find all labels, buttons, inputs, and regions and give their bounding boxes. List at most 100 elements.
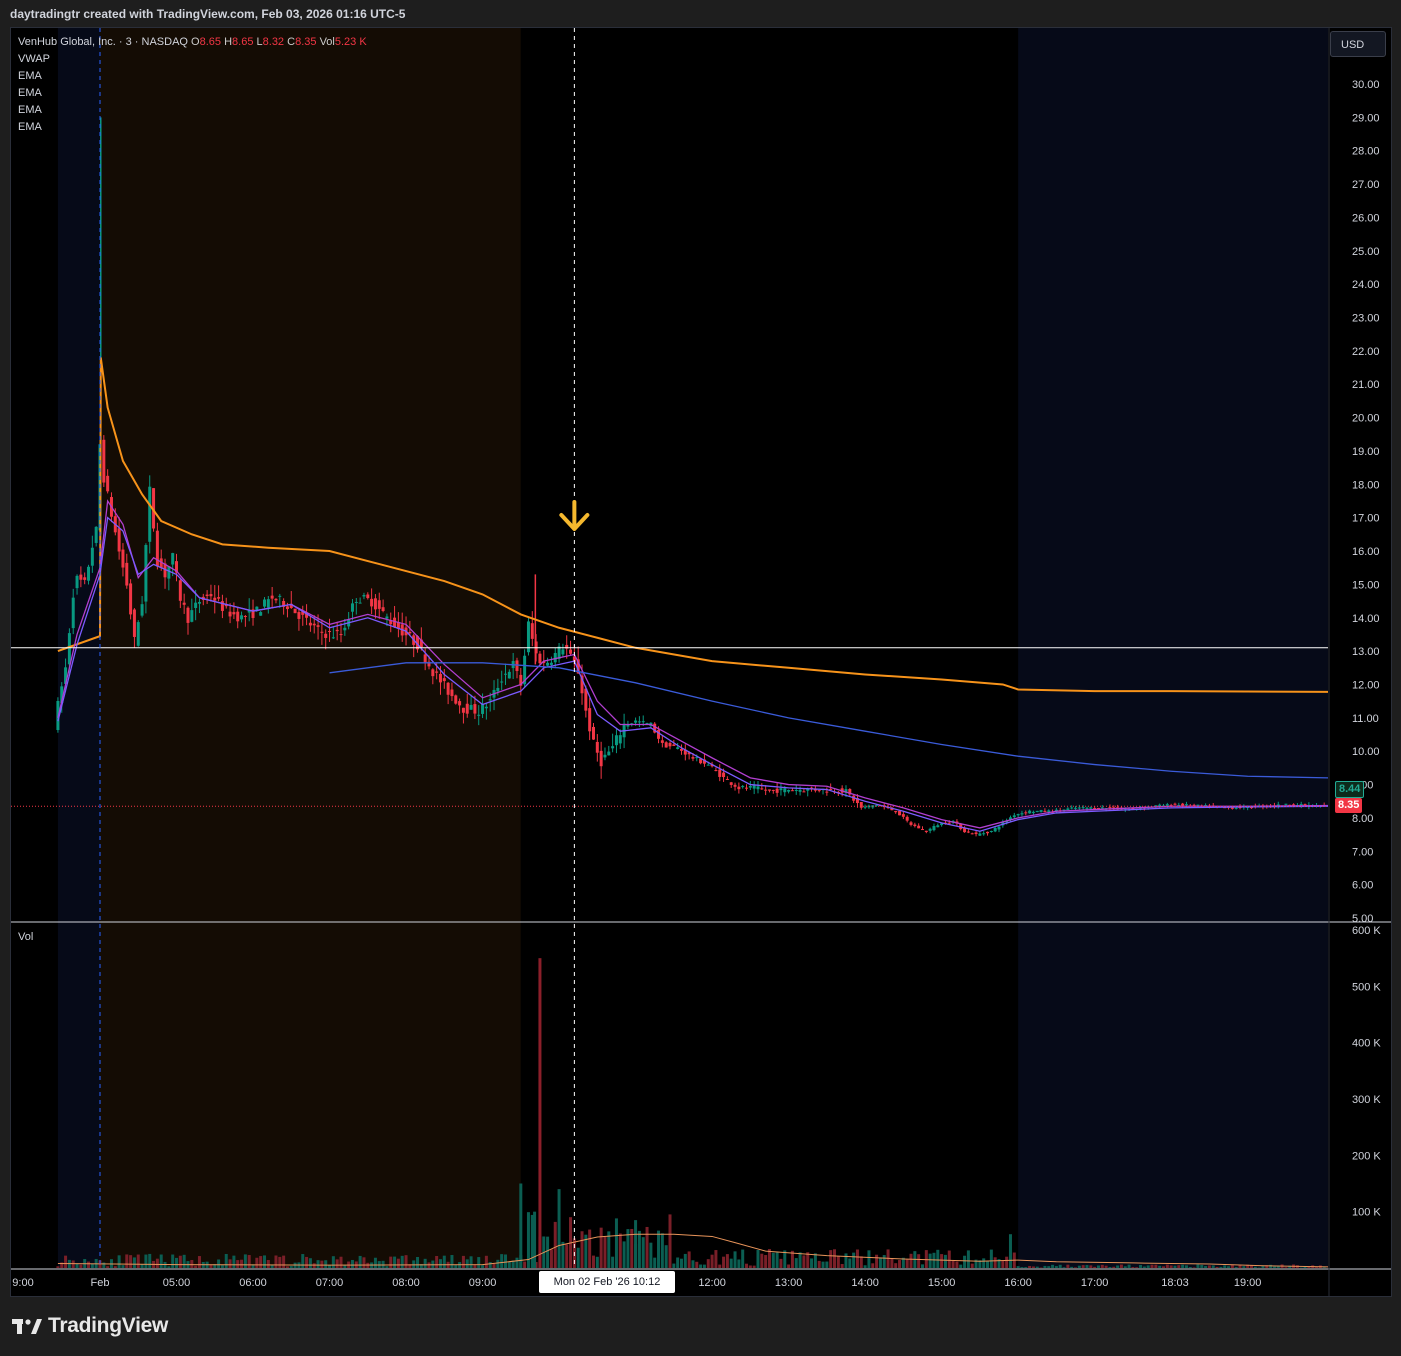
candle-body [373, 598, 377, 610]
candle-body [970, 833, 974, 835]
price-tick-label: 28.00 [1352, 146, 1380, 158]
volume-bar [833, 1249, 837, 1268]
indicator-ema-3[interactable]: EMA [18, 102, 367, 119]
candle-body [358, 602, 362, 604]
candle-body [121, 549, 125, 568]
volume-bar [285, 1266, 289, 1268]
volume-bar [362, 1257, 366, 1268]
volume-bar [396, 1258, 400, 1268]
candle-body [1074, 807, 1078, 809]
volume-bar [262, 1255, 266, 1268]
candle-body [481, 703, 485, 714]
candle-body [408, 631, 412, 634]
candle-body [446, 682, 450, 695]
volume-bar [603, 1236, 607, 1268]
price-tick-label: 20.00 [1352, 413, 1380, 425]
volume-bar [1031, 1266, 1035, 1268]
candle-body [733, 784, 737, 787]
volume-bar [1177, 1265, 1181, 1268]
candle-body [1085, 807, 1089, 809]
candle-body [798, 789, 802, 792]
candle-body [484, 706, 488, 709]
volume-bar [591, 1255, 595, 1268]
volume-bar [1127, 1264, 1131, 1268]
volume-spike-bar [533, 1211, 537, 1268]
volume-bar [423, 1258, 427, 1268]
volume-bar [469, 1256, 473, 1268]
price-tick-label: 15.00 [1352, 579, 1380, 591]
volume-bar [1074, 1267, 1078, 1268]
candle-body [787, 790, 791, 792]
chart-canvas[interactable]: 30.00 29.00 28.00 27.00 26.00 25.00 24.00 23.00… [11, 28, 1391, 1296]
volume-bar [442, 1255, 446, 1268]
chart-frame[interactable]: 30.00 29.00 28.00 27.00 26.00 25.00 24.00 23.00… [10, 27, 1392, 1297]
candle-body [591, 726, 595, 740]
volume-bar [117, 1255, 121, 1268]
volume-bar [863, 1265, 867, 1268]
volume-bar [565, 1244, 569, 1268]
tradingview-logo[interactable]: TradingView [12, 1313, 168, 1339]
candle-body [213, 597, 217, 601]
candle-body [752, 785, 756, 789]
indicator-ema-2[interactable]: EMA [18, 85, 367, 102]
volume-bar [220, 1265, 224, 1268]
candle-body [898, 810, 902, 816]
close-label: C [287, 36, 296, 48]
candle-body [569, 649, 573, 654]
candle-body [94, 526, 98, 543]
volume-bar [400, 1255, 404, 1268]
volume-bar [798, 1252, 802, 1268]
volume-bar [1077, 1265, 1081, 1268]
volume-bar [1028, 1265, 1032, 1268]
volume-bar [595, 1256, 599, 1268]
symbol-title[interactable]: VenHub Global, Inc. · 3 · NASDAQ [18, 36, 188, 48]
tradingview-logo-icon [12, 1319, 42, 1334]
volume-bar [274, 1255, 278, 1268]
price-tick-label: 18.00 [1352, 479, 1380, 491]
candle-body [496, 687, 500, 692]
time-tick-label: 07:00 [316, 1277, 344, 1289]
volume-bar [1227, 1266, 1231, 1268]
currency-button[interactable]: USD [1330, 31, 1386, 57]
indicator-ema-1[interactable]: EMA [18, 68, 367, 85]
candle-body [634, 720, 638, 723]
candle-body [182, 602, 186, 605]
candle-body [748, 785, 752, 788]
candle-body [1081, 807, 1085, 809]
volume-bar [905, 1259, 909, 1268]
indicator-ema-4[interactable]: EMA [18, 119, 367, 136]
volume-bar [848, 1258, 852, 1268]
volume-bar [614, 1218, 618, 1268]
volume-bar [1066, 1264, 1070, 1268]
candle-body [1028, 810, 1032, 814]
volume-bar [373, 1257, 377, 1268]
volume-bar [928, 1253, 932, 1268]
volume-bar [488, 1262, 492, 1268]
candle-body [668, 742, 672, 747]
volume-bar [1307, 1267, 1311, 1268]
volume-bar [920, 1264, 924, 1268]
candle-body [917, 825, 921, 829]
volume-bar [194, 1265, 198, 1268]
candle-body [209, 594, 213, 597]
candle-body [993, 827, 997, 832]
volume-pane-label[interactable]: Vol [18, 931, 33, 943]
volume-bar [1104, 1265, 1108, 1268]
candle-body [194, 602, 198, 608]
candle-body [603, 754, 607, 758]
price-tick-label: 21.00 [1352, 379, 1380, 391]
legend-ohlc-row[interactable]: VenHub Global, Inc. · 3 · NASDAQ O8.65 H… [18, 34, 367, 51]
volume-bar [622, 1241, 626, 1268]
tradingview-brand-text: TradingView [48, 1314, 169, 1337]
volume-bar [71, 1260, 75, 1268]
volume-bar [924, 1250, 928, 1268]
candle-body [331, 637, 335, 639]
volume-bar [741, 1249, 745, 1268]
indicator-vwap[interactable]: VWAP [18, 51, 367, 68]
candle-body [741, 786, 745, 788]
candle-body [783, 788, 787, 793]
volume-bar [243, 1254, 247, 1268]
candle-body [458, 701, 462, 706]
candle-body [297, 612, 301, 619]
candle-body [607, 751, 611, 756]
